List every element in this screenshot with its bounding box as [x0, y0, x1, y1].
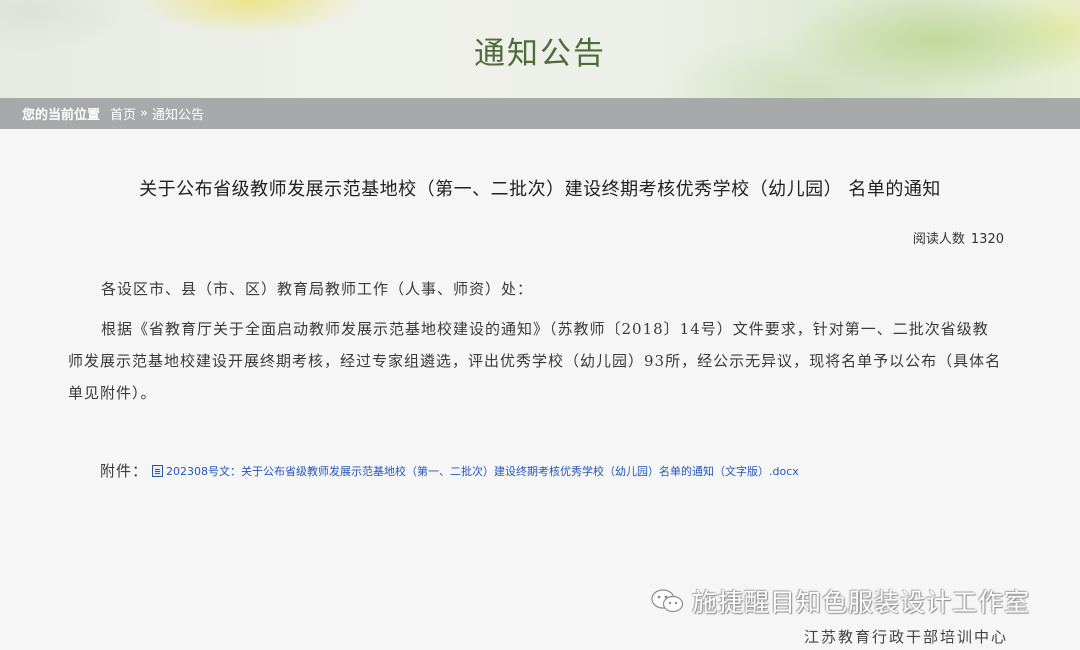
- breadcrumb-separator: »: [140, 106, 148, 121]
- attachment-link[interactable]: 202308号文：关于公布省级教师发展示范基地校（第一、二批次）建设终期考核优秀…: [166, 463, 799, 479]
- watermark-text: 施捷醒目知色服装设计工作室: [692, 588, 1031, 617]
- body-paragraph: 根据《省教育厅关于全面启动教师发展示范基地校建设的通知》（苏教师〔2018〕14…: [68, 320, 1002, 402]
- banner-title: 通知公告: [474, 36, 606, 72]
- salutation-paragraph: 各设区市、县（市、区）教育局教师工作（人事、师资）处：: [101, 280, 534, 298]
- read-count-label: 阅读人数: [912, 232, 965, 247]
- breadcrumb-home-link[interactable]: 首页: [110, 104, 136, 123]
- breadcrumb-current-link[interactable]: 通知公告: [152, 104, 204, 123]
- attachment-label: 附件：: [100, 462, 149, 480]
- word-doc-icon: [152, 464, 164, 477]
- wechat-icon: [650, 588, 684, 614]
- read-count-value: 1320: [970, 232, 1004, 247]
- read-count: 阅读人数 1320: [913, 228, 1004, 247]
- watermark: 施捷醒目知色服装设计工作室: [650, 583, 1030, 619]
- breadcrumb: 您的当前位置 首页 » 通知公告: [0, 98, 1080, 129]
- breadcrumb-label: 您的当前位置: [22, 108, 101, 123]
- watermark-subtext: 江苏教育行政干部培训中心: [804, 628, 1009, 646]
- attachment-row: 附件： 202308号文：关于公布省级教师发展示范基地校（第一、二批次）建设终期…: [100, 460, 799, 481]
- article-title: 关于公布省级教师发展示范基地校（第一、二批次）建设终期考核优秀学校（幼儿园） 名…: [139, 179, 941, 200]
- header-banner: 通知公告: [0, 0, 1080, 98]
